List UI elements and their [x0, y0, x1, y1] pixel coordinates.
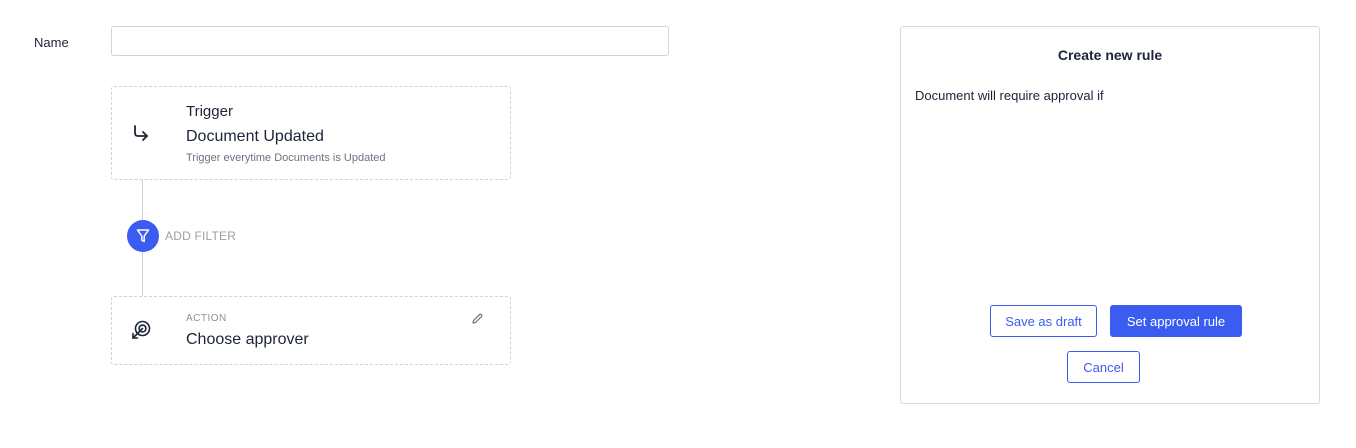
trigger-description: Trigger everytime Documents is Updated: [186, 152, 386, 164]
connector-line: [142, 252, 143, 296]
save-as-draft-button[interactable]: Save as draft: [990, 305, 1097, 337]
name-input[interactable]: [111, 26, 669, 56]
action-label: ACTION: [186, 313, 227, 324]
connector-line: [142, 180, 143, 220]
trigger-event: Document Updated: [186, 128, 324, 145]
add-filter-label[interactable]: ADD FILTER: [165, 229, 236, 243]
trigger-card[interactable]: Trigger Document Updated Trigger everyti…: [111, 86, 511, 180]
action-card[interactable]: ACTION Choose approver: [111, 296, 511, 365]
create-rule-panel: Create new rule Document will require ap…: [900, 26, 1320, 404]
trigger-title: Trigger: [186, 103, 233, 120]
filter-funnel-icon: [136, 229, 150, 243]
arrow-return-icon: [134, 125, 148, 141]
pencil-icon[interactable]: [470, 312, 484, 326]
rule-description: Document will require approval if: [915, 88, 1104, 103]
cancel-button[interactable]: Cancel: [1067, 351, 1140, 383]
action-value: Choose approver: [186, 331, 309, 348]
name-label: Name: [34, 35, 69, 50]
set-approval-rule-button[interactable]: Set approval rule: [1110, 305, 1242, 337]
approver-target-icon: [132, 320, 151, 339]
panel-title: Create new rule: [1057, 47, 1163, 63]
add-filter-button[interactable]: [127, 220, 159, 252]
